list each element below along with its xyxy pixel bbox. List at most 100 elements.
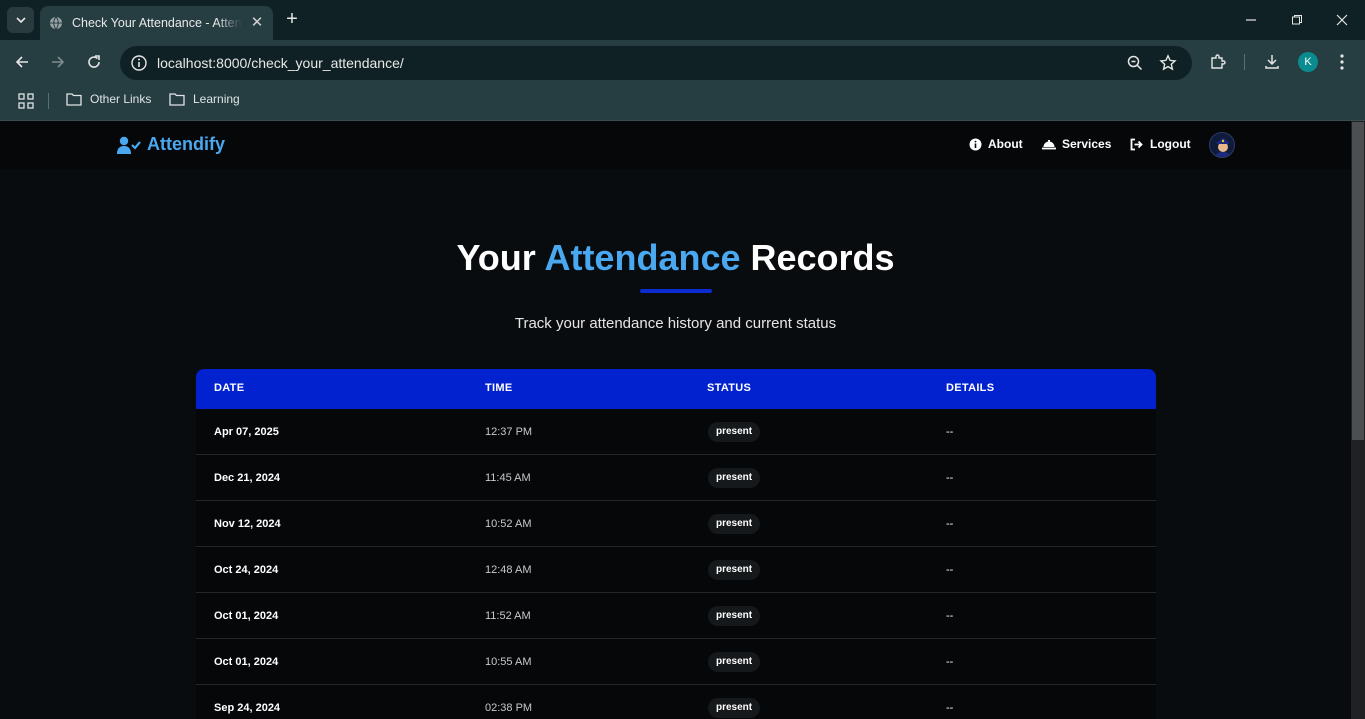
zoom-icon[interactable] [1126, 54, 1144, 72]
column-header-details: DETAILS [946, 382, 995, 394]
nav-link-label: Services [1062, 137, 1112, 151]
new-tab-button[interactable]: + [282, 9, 302, 29]
profile-avatar[interactable]: K [1298, 52, 1318, 72]
browser-tab-bar: Check Your Attendance - Attendify ✕ + [0, 0, 1365, 40]
nav-link-services[interactable]: Services [1042, 137, 1111, 151]
page-scrollbar-thumb[interactable] [1352, 122, 1364, 440]
cell-time: 02:38 PM [485, 702, 533, 714]
brand-logo-link[interactable]: Attendify [117, 134, 225, 155]
arrow-left-icon [15, 56, 28, 68]
user-check-icon [117, 136, 141, 154]
close-icon [1336, 14, 1348, 26]
status-badge: present [708, 652, 761, 672]
url-path: :8000/check_your_attendance/ [212, 55, 404, 71]
bookmarks-divider [48, 93, 49, 109]
cell-details: -- [946, 472, 954, 484]
status-badge: present [708, 606, 761, 626]
cell-details: -- [946, 518, 954, 530]
page-title: Your Attendance Records [0, 237, 1351, 279]
minimize-icon [1246, 19, 1256, 21]
cell-time: 11:45 AM [485, 472, 531, 484]
forward-button[interactable] [46, 50, 70, 74]
close-tab-icon[interactable]: ✕ [249, 15, 265, 31]
cell-time: 11:52 AM [485, 610, 531, 622]
tab-title: Check Your Attendance - Attendify [72, 16, 242, 30]
nav-link-label: Logout [1150, 137, 1191, 151]
page-title-post: Records [740, 237, 895, 278]
cell-date: Sep 24, 2024 [214, 702, 281, 714]
table-header: DATE TIME STATUS DETAILS [196, 369, 1156, 409]
nav-link-about[interactable]: About [969, 137, 1023, 151]
page-title-pre: Your [456, 237, 545, 278]
downloads-button[interactable] [1261, 51, 1283, 73]
minimize-button[interactable] [1239, 8, 1263, 32]
status-badge: present [708, 422, 761, 442]
cell-date: Apr 07, 2025 [214, 426, 279, 438]
police-officer-avatar-icon [1215, 138, 1231, 157]
table-row: Sep 24, 2024 02:38 PM present -- [196, 685, 1156, 719]
site-info-icon[interactable] [130, 54, 148, 72]
page-viewport: Attendify About Services Logout Your Att… [0, 121, 1351, 719]
bookmark-folder-other-links[interactable]: Other Links [66, 92, 151, 106]
bookmark-folder-learning[interactable]: Learning [169, 92, 240, 106]
browser-toolbar: localhost:8000/check_your_attendance/ [0, 40, 1365, 85]
restore-icon [1292, 15, 1302, 25]
arrow-right-icon [52, 56, 65, 68]
status-badge: present [708, 514, 761, 534]
bookmark-label: Learning [193, 92, 240, 106]
folder-icon [169, 93, 185, 106]
bookmark-star-icon[interactable] [1159, 54, 1177, 72]
close-window-button[interactable] [1330, 8, 1354, 32]
title-underline [640, 289, 712, 293]
tab-search-button[interactable] [7, 7, 34, 33]
url-text[interactable]: localhost:8000/check_your_attendance/ [157, 55, 404, 71]
reload-button[interactable] [82, 50, 106, 74]
back-button[interactable] [10, 50, 34, 74]
download-icon [1265, 55, 1279, 69]
column-header-date: DATE [214, 382, 245, 394]
browser-menu-button[interactable] [1331, 51, 1353, 73]
apps-grid-icon[interactable] [18, 93, 34, 109]
table-row: Nov 12, 2024 10:52 AM present -- [196, 501, 1156, 547]
more-vertical-icon [1340, 54, 1344, 70]
cell-date: Nov 12, 2024 [214, 518, 281, 530]
cell-details: -- [946, 426, 954, 438]
info-icon [969, 138, 982, 150]
bookmarks-bar: Other Links Learning [0, 85, 1365, 121]
status-badge: present [708, 560, 761, 580]
attendance-table: DATE TIME STATUS DETAILS Apr 07, 2025 12:… [196, 369, 1156, 719]
cell-time: 12:48 AM [485, 564, 532, 576]
cell-date: Oct 01, 2024 [214, 610, 279, 622]
cell-time: 10:55 AM [485, 656, 532, 668]
table-row: Oct 24, 2024 12:48 AM present -- [196, 547, 1156, 593]
user-avatar[interactable] [1209, 132, 1235, 158]
browser-tab-active[interactable]: Check Your Attendance - Attendify ✕ [40, 6, 273, 40]
address-bar[interactable]: localhost:8000/check_your_attendance/ [120, 46, 1192, 80]
cell-details: -- [946, 610, 954, 622]
nav-link-logout[interactable]: Logout [1130, 137, 1191, 151]
page-subtitle: Track your attendance history and curren… [514, 315, 837, 332]
table-row: Apr 07, 2025 12:37 PM present -- [196, 409, 1156, 455]
logout-icon [1130, 138, 1143, 150]
table-row: Oct 01, 2024 10:55 AM present -- [196, 639, 1156, 685]
status-badge: present [708, 698, 761, 718]
cell-time: 10:52 AM [485, 518, 532, 530]
nav-link-label: About [988, 137, 1023, 151]
status-badge: present [708, 468, 761, 488]
cell-date: Dec 21, 2024 [214, 472, 281, 484]
cell-date: Oct 24, 2024 [214, 564, 279, 576]
site-navbar: Attendify About Services Logout [0, 121, 1351, 169]
cell-time: 12:37 PM [485, 426, 533, 438]
brand-name: Attendify [147, 134, 225, 154]
extensions-button[interactable] [1207, 51, 1229, 73]
column-header-status: STATUS [707, 382, 752, 394]
column-header-time: TIME [485, 382, 513, 394]
bell-concierge-icon [1042, 139, 1056, 149]
url-host: localhost [157, 55, 213, 71]
reload-icon [88, 55, 100, 68]
page-title-accent: Attendance [544, 237, 741, 278]
bookmark-label: Other Links [90, 92, 152, 106]
chevron-down-icon [15, 17, 26, 24]
globe-icon [50, 16, 62, 30]
restore-button[interactable] [1285, 8, 1309, 32]
